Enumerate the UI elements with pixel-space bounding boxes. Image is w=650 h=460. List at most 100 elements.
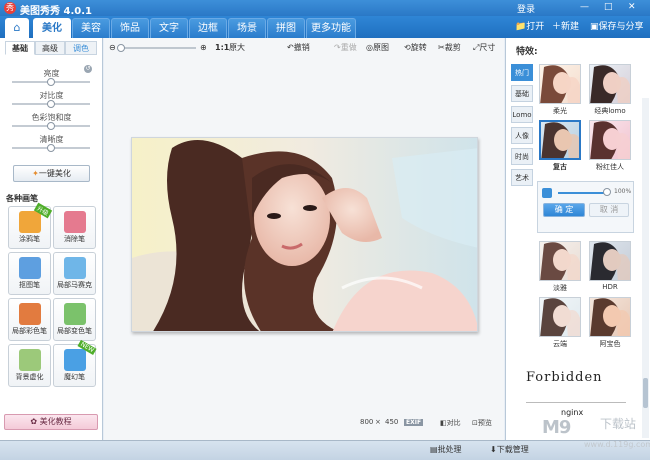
effect-category-5[interactable]: 艺术: [511, 169, 533, 186]
tab-more-features[interactable]: 更多功能 ▾: [306, 18, 356, 54]
effect-thumbnail[interactable]: [589, 120, 631, 160]
download-icon: ⬇: [490, 445, 497, 454]
effect-label: 阿宝色: [599, 340, 621, 348]
new-button[interactable]: ＋新建: [552, 19, 579, 35]
effect-label: 云端: [553, 340, 567, 348]
brush-tool-6[interactable]: 背景虚化: [8, 344, 51, 387]
effect-category-3[interactable]: 人像: [511, 127, 533, 144]
sharpness-slider[interactable]: [12, 144, 90, 152]
cancel-effect-button[interactable]: 取 消: [589, 203, 629, 217]
folder-icon: 📁: [515, 22, 527, 32]
effect-thumbnail[interactable]: [539, 297, 581, 337]
effect-thumbnail[interactable]: [539, 64, 581, 104]
brush-tool-label: 局部马赛克: [57, 281, 92, 289]
original-size-button[interactable]: 原大: [229, 42, 245, 54]
redo-button[interactable]: ↷重做: [334, 42, 357, 54]
subtab-advanced[interactable]: 高级: [35, 41, 65, 55]
effect-category-0[interactable]: 热门: [511, 64, 533, 81]
effect-thumbnail[interactable]: [539, 120, 581, 160]
contrast-knob[interactable]: [47, 100, 55, 108]
brush-icon: [18, 349, 41, 371]
effect-thumbnail[interactable]: [539, 241, 581, 281]
batch-button[interactable]: ▤批处理: [430, 444, 462, 455]
brush-icon: [63, 349, 86, 371]
tab-frame[interactable]: 边框: [189, 18, 227, 38]
effect-label: 粉红佳人: [596, 163, 624, 171]
compare-button[interactable]: ◧对比: [440, 418, 461, 428]
tab-scene[interactable]: 场景: [228, 18, 266, 38]
brush-tool-label: 消除笔: [64, 235, 85, 243]
intensity-slider[interactable]: [558, 192, 605, 194]
tab-accessories[interactable]: 饰品: [111, 18, 149, 38]
effect-category-2[interactable]: Lomo: [511, 106, 533, 123]
saturation-slider[interactable]: [12, 122, 90, 130]
brushes-section-title: 各种画笔: [6, 194, 38, 203]
home-icon[interactable]: ⌂: [5, 18, 29, 38]
effect-thumbnail[interactable]: [589, 64, 631, 104]
effect-label: 柔光: [553, 107, 567, 115]
minimize-button[interactable]: —: [580, 2, 589, 12]
brightness-slider[interactable]: [12, 78, 90, 86]
bottom-bar: ▤批处理 ⬇下载管理: [0, 440, 650, 460]
tab-beautify[interactable]: 美化: [33, 18, 71, 38]
zoom-in-icon[interactable]: ⊕: [200, 42, 207, 54]
image-height: 450: [385, 418, 399, 426]
tab-cosmetics[interactable]: 美容: [72, 18, 110, 38]
watermark-text: 下载站: [600, 417, 637, 431]
brush-tool-1[interactable]: 消除笔: [53, 206, 96, 249]
brush-icon: [18, 303, 41, 325]
effects-title: 特效:: [516, 47, 538, 57]
brush-icon: [63, 211, 86, 233]
brush-tool-4[interactable]: 局部彩色笔: [8, 298, 51, 341]
maximize-button[interactable]: □: [604, 2, 613, 12]
tab-text[interactable]: 文字: [150, 18, 188, 38]
one-key-beautify-button[interactable]: ✦一键美化: [13, 165, 90, 182]
rotate-button[interactable]: ⟲旋转: [404, 42, 427, 54]
download-manager-button[interactable]: ⬇下载管理: [490, 444, 529, 455]
saturation-knob[interactable]: [47, 122, 55, 130]
effects-panel: 特效: 热门 基础 Lomo 人像 时尚 艺术 柔光 经典lomo 复古 粉红佳人 100% 确…: [505, 38, 650, 440]
save-share-button[interactable]: ▣保存与分享: [590, 19, 644, 35]
preview-button[interactable]: ⊡预览: [472, 418, 492, 428]
tab-collage[interactable]: 拼图: [267, 18, 305, 38]
eye-icon: ◎: [366, 43, 373, 52]
resize-button[interactable]: ⤢尺寸: [473, 42, 495, 54]
undo-icon: ↶: [287, 43, 294, 52]
brush-tool-5[interactable]: 局部变色笔: [53, 298, 96, 341]
brush-tool-3[interactable]: 局部马赛克: [53, 252, 96, 295]
intensity-knob[interactable]: [603, 188, 611, 196]
brush-tool-label: 涂鸦笔: [19, 235, 40, 243]
scrollbar-thumb[interactable]: [643, 378, 648, 408]
close-button[interactable]: ✕: [628, 2, 636, 12]
undo-button[interactable]: ↶撤销: [287, 42, 310, 54]
effect-thumbnail[interactable]: [589, 241, 631, 281]
brightness-knob[interactable]: [47, 78, 55, 86]
zoom-knob[interactable]: [117, 44, 125, 52]
tutorial-button[interactable]: ✿ 美化教程: [4, 414, 98, 430]
sharpness-knob[interactable]: [47, 144, 55, 152]
subtab-basic[interactable]: 基础: [5, 41, 35, 55]
original-button[interactable]: ◎原图: [366, 42, 389, 54]
exif-button[interactable]: EXIF: [404, 419, 424, 426]
contrast-slider[interactable]: [12, 100, 90, 108]
zoom-out-icon[interactable]: ⊖: [109, 42, 116, 54]
brush-tool-7[interactable]: 魔幻笔 NEW: [53, 339, 97, 387]
open-button[interactable]: 📁打开: [515, 19, 544, 35]
confirm-effect-button[interactable]: 确 定: [543, 203, 585, 217]
login-link[interactable]: 登录: [517, 2, 535, 15]
effect-category-4[interactable]: 时尚: [511, 148, 533, 165]
edited-photo[interactable]: [131, 137, 478, 332]
brush-tool-0[interactable]: 涂鸦笔 升级: [8, 202, 53, 249]
subtab-color[interactable]: 调色: [65, 41, 97, 55]
effect-label: HDR: [602, 283, 618, 291]
effect-category-1[interactable]: 基础: [511, 85, 533, 102]
brush-tool-2[interactable]: 抠图笔: [8, 252, 51, 295]
effect-thumbnail[interactable]: [589, 297, 631, 337]
magic-icon: ✦: [32, 169, 39, 178]
crop-button[interactable]: ✂裁剪: [438, 42, 461, 54]
server-label: nginx: [561, 408, 584, 417]
effect-label: 淡雅: [553, 284, 567, 292]
zoom-slider[interactable]: [117, 44, 196, 52]
plus-icon: ＋: [552, 22, 562, 32]
zoom-ratio[interactable]: 1:1: [215, 42, 229, 54]
